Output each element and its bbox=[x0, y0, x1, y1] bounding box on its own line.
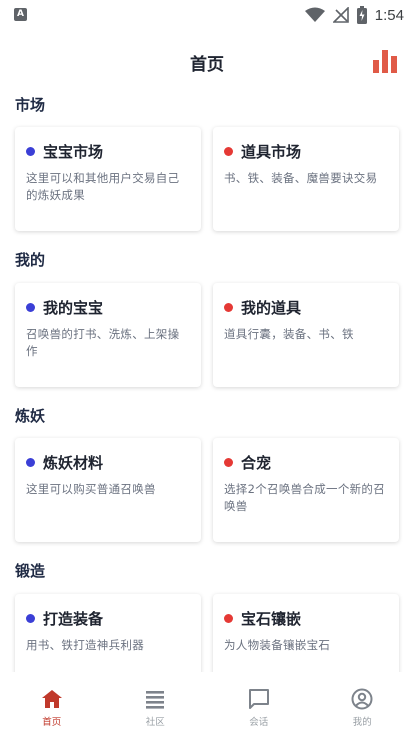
card-refine-materials[interactable]: 炼妖材料 这里可以购买普通召唤兽 bbox=[15, 438, 201, 542]
header: 首页 bbox=[0, 40, 414, 84]
page-title: 首页 bbox=[190, 55, 224, 75]
section-title-market: 市场 bbox=[15, 96, 46, 114]
card-desc: 用书、铁打造神兵利器 bbox=[26, 638, 144, 652]
card-title: 宝石镶嵌 bbox=[241, 610, 302, 628]
card-forge-equipment[interactable]: 打造装备 用书、铁打造神兵利器 bbox=[15, 594, 201, 672]
bar-chart-icon[interactable] bbox=[372, 48, 398, 74]
dot-icon bbox=[224, 147, 233, 156]
home-content: 市场 宝宝市场 这里可以和其他用户交易自己的炼妖成果 道具市场 书、铁、装备、魔… bbox=[0, 88, 414, 672]
card-desc: 道具行囊，装备、书、铁 bbox=[224, 327, 354, 341]
card-title: 宝宝市场 bbox=[43, 143, 104, 161]
card-desc: 召唤兽的打书、洗炼、上架操作 bbox=[26, 327, 180, 358]
tab-label: 社区 bbox=[145, 717, 165, 728]
tab-chat[interactable]: 会话 bbox=[207, 672, 311, 736]
tab-mine[interactable]: 我的 bbox=[311, 672, 414, 736]
card-merge-pets[interactable]: 合宠 选择2个召唤兽合成一个新的召唤兽 bbox=[213, 438, 399, 542]
notification-a-icon: A bbox=[14, 8, 27, 21]
chat-icon bbox=[248, 689, 269, 709]
dot-icon bbox=[224, 303, 233, 312]
card-title: 炼妖材料 bbox=[43, 454, 104, 472]
card-item-market[interactable]: 道具市场 书、铁、装备、魔兽要诀交易 bbox=[213, 127, 399, 231]
dot-icon bbox=[26, 147, 35, 156]
bottom-tab-bar: 首页 社区 会话 我的 bbox=[0, 672, 414, 736]
dot-icon bbox=[224, 458, 233, 467]
card-title: 道具市场 bbox=[241, 143, 302, 161]
tab-community[interactable]: 社区 bbox=[104, 672, 208, 736]
section-title-refine: 炼妖 bbox=[15, 407, 46, 425]
status-time: 1:54 bbox=[374, 6, 404, 24]
card-my-pets[interactable]: 我的宝宝 召唤兽的打书、洗炼、上架操作 bbox=[15, 283, 201, 387]
card-my-items[interactable]: 我的道具 道具行囊，装备、书、铁 bbox=[213, 283, 399, 387]
card-title: 打造装备 bbox=[43, 610, 104, 628]
card-title: 合宠 bbox=[241, 454, 272, 472]
card-desc: 为人物装备镶嵌宝石 bbox=[224, 638, 331, 652]
dot-icon bbox=[26, 303, 35, 312]
status-icons: 1:54 bbox=[304, 5, 404, 25]
card-title: 我的道具 bbox=[241, 299, 302, 317]
status-bar: A 1:54 bbox=[0, 0, 414, 30]
battery-charging-icon bbox=[356, 6, 367, 24]
tab-home[interactable]: 首页 bbox=[0, 672, 104, 736]
section-title-forge: 锻造 bbox=[15, 562, 46, 580]
card-desc: 选择2个召唤兽合成一个新的召唤兽 bbox=[224, 482, 386, 513]
card-title: 我的宝宝 bbox=[43, 299, 104, 317]
dot-icon bbox=[26, 458, 35, 467]
tab-label: 首页 bbox=[42, 717, 62, 728]
no-signal-icon bbox=[332, 7, 349, 23]
wifi-icon bbox=[304, 7, 325, 22]
card-desc: 这里可以和其他用户交易自己的炼妖成果 bbox=[26, 171, 180, 202]
card-desc: 这里可以购买普通召唤兽 bbox=[26, 482, 156, 496]
dot-icon bbox=[26, 614, 35, 623]
card-pet-market[interactable]: 宝宝市场 这里可以和其他用户交易自己的炼妖成果 bbox=[15, 127, 201, 231]
section-title-mine: 我的 bbox=[15, 251, 46, 269]
user-icon bbox=[351, 688, 373, 710]
card-gem-inlay[interactable]: 宝石镶嵌 为人物装备镶嵌宝石 bbox=[213, 594, 399, 672]
home-icon bbox=[41, 690, 62, 708]
tab-label: 会话 bbox=[249, 717, 269, 728]
list-icon bbox=[146, 691, 165, 709]
dot-icon bbox=[224, 614, 233, 623]
tab-label: 我的 bbox=[352, 717, 372, 728]
card-desc: 书、铁、装备、魔兽要诀交易 bbox=[224, 171, 378, 185]
